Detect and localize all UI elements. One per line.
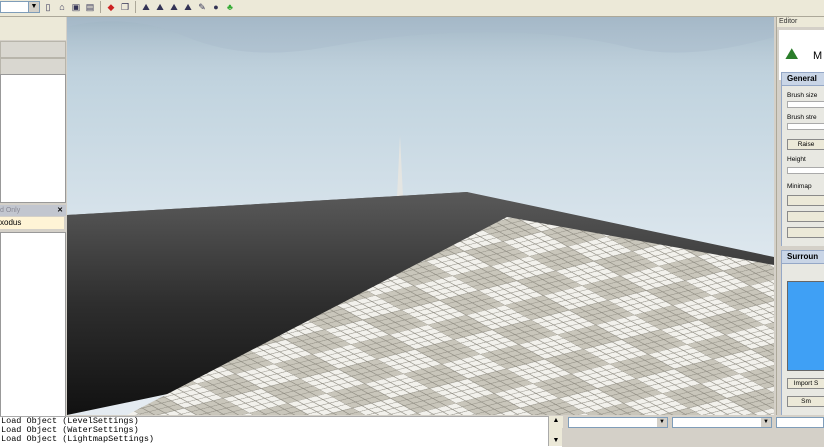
toolbar-combo[interactable]: ▼	[0, 1, 40, 13]
save-icon[interactable]: ▣	[70, 1, 82, 13]
console-output[interactable]: Load Object (LevelSettings) Load Object …	[0, 416, 562, 447]
brush-size-slider[interactable]	[787, 101, 824, 108]
minimap-button-1[interactable]	[787, 195, 824, 206]
editor-panel: Editor ⛰ M General Brush size Brush stre…	[776, 17, 824, 415]
editor-panel-title: Editor	[777, 17, 824, 27]
left-panel: d Only ✕ xodus	[0, 17, 66, 424]
bottom-combo-2[interactable]: ▼	[672, 417, 772, 428]
minimap-label: Minimap	[787, 183, 812, 190]
minimap-button-3[interactable]	[787, 227, 824, 238]
terrain-tool-1-icon[interactable]: ⛰	[140, 1, 152, 13]
bottom-panel	[562, 428, 824, 446]
general-section-header[interactable]: General	[781, 72, 824, 86]
copy-icon[interactable]: ❐	[119, 1, 131, 13]
object-tool-icon[interactable]: ●	[210, 1, 222, 13]
chevron-down-icon[interactable]: ▼	[657, 418, 667, 427]
3d-viewport[interactable]	[67, 17, 774, 415]
minimap-button-2[interactable]	[787, 211, 824, 222]
paint-tool-icon[interactable]: ✎	[196, 1, 208, 13]
left-panel-section-header: d Only ✕	[0, 205, 66, 216]
minimap-preview[interactable]	[787, 281, 824, 371]
height-slider[interactable]	[787, 167, 824, 174]
brush-strength-slider[interactable]	[787, 123, 824, 130]
editor-header-text: M	[813, 50, 823, 62]
new-file-icon[interactable]: ▯	[42, 1, 54, 13]
toolbar-separator	[100, 1, 101, 13]
close-icon[interactable]: ✕	[57, 205, 63, 216]
bottom-combo-1[interactable]: ▼	[568, 417, 668, 428]
import-button[interactable]: Import S	[787, 378, 824, 389]
main-toolbar: ▼ ▯ ⌂ ▣ ▤ ◆ ❐ ⛰ ⛰ ⛰ ⛰ ✎ ● ♣	[0, 0, 824, 17]
bottom-combo-3[interactable]	[776, 417, 824, 428]
terrain-tool-4-icon[interactable]: ⛰	[182, 1, 194, 13]
list-item-selected[interactable]: xodus	[0, 217, 64, 229]
left-panel-top	[0, 17, 66, 40]
scroll-down-icon[interactable]: ▼	[549, 436, 563, 446]
section-header-label: d Only	[0, 207, 21, 214]
left-panel-row[interactable]	[0, 58, 66, 75]
toolbar-separator	[135, 1, 136, 13]
item-list[interactable]	[0, 232, 66, 424]
terrain-tool-3-icon[interactable]: ⛰	[168, 1, 180, 13]
general-section-body	[781, 86, 824, 246]
left-panel-row[interactable]	[0, 41, 66, 58]
scroll-up-icon[interactable]: ▲	[549, 416, 563, 426]
height-label: Height	[787, 156, 806, 163]
chevron-down-icon[interactable]: ▼	[761, 418, 771, 427]
tree-tool-icon[interactable]: ♣	[224, 1, 236, 13]
brush-strength-label: Brush stre	[787, 114, 817, 121]
toolbar-icons: ▯ ⌂ ▣ ▤ ◆ ❐ ⛰ ⛰ ⛰ ⛰ ✎ ● ♣	[42, 1, 236, 15]
save-all-icon[interactable]: ▤	[84, 1, 96, 13]
console-line: Load Object (LightmapSettings)	[1, 434, 155, 444]
chevron-down-icon[interactable]: ▼	[28, 2, 39, 12]
surround-section-header[interactable]: Surroun	[781, 250, 824, 264]
open-folder-icon[interactable]: ⌂	[56, 1, 68, 13]
console-scrollbar[interactable]: ▲ ▼	[548, 416, 563, 446]
smooth-button[interactable]: Sm	[787, 396, 824, 407]
red-tool-icon[interactable]: ◆	[105, 1, 117, 13]
terrain-edit-icon: ⛰	[785, 46, 799, 63]
object-list[interactable]	[0, 74, 66, 203]
terrain-tool-2-icon[interactable]: ⛰	[154, 1, 166, 13]
brush-size-label: Brush size	[787, 92, 818, 99]
raise-button[interactable]: Raise	[787, 139, 824, 150]
viewport-scene	[67, 17, 774, 415]
